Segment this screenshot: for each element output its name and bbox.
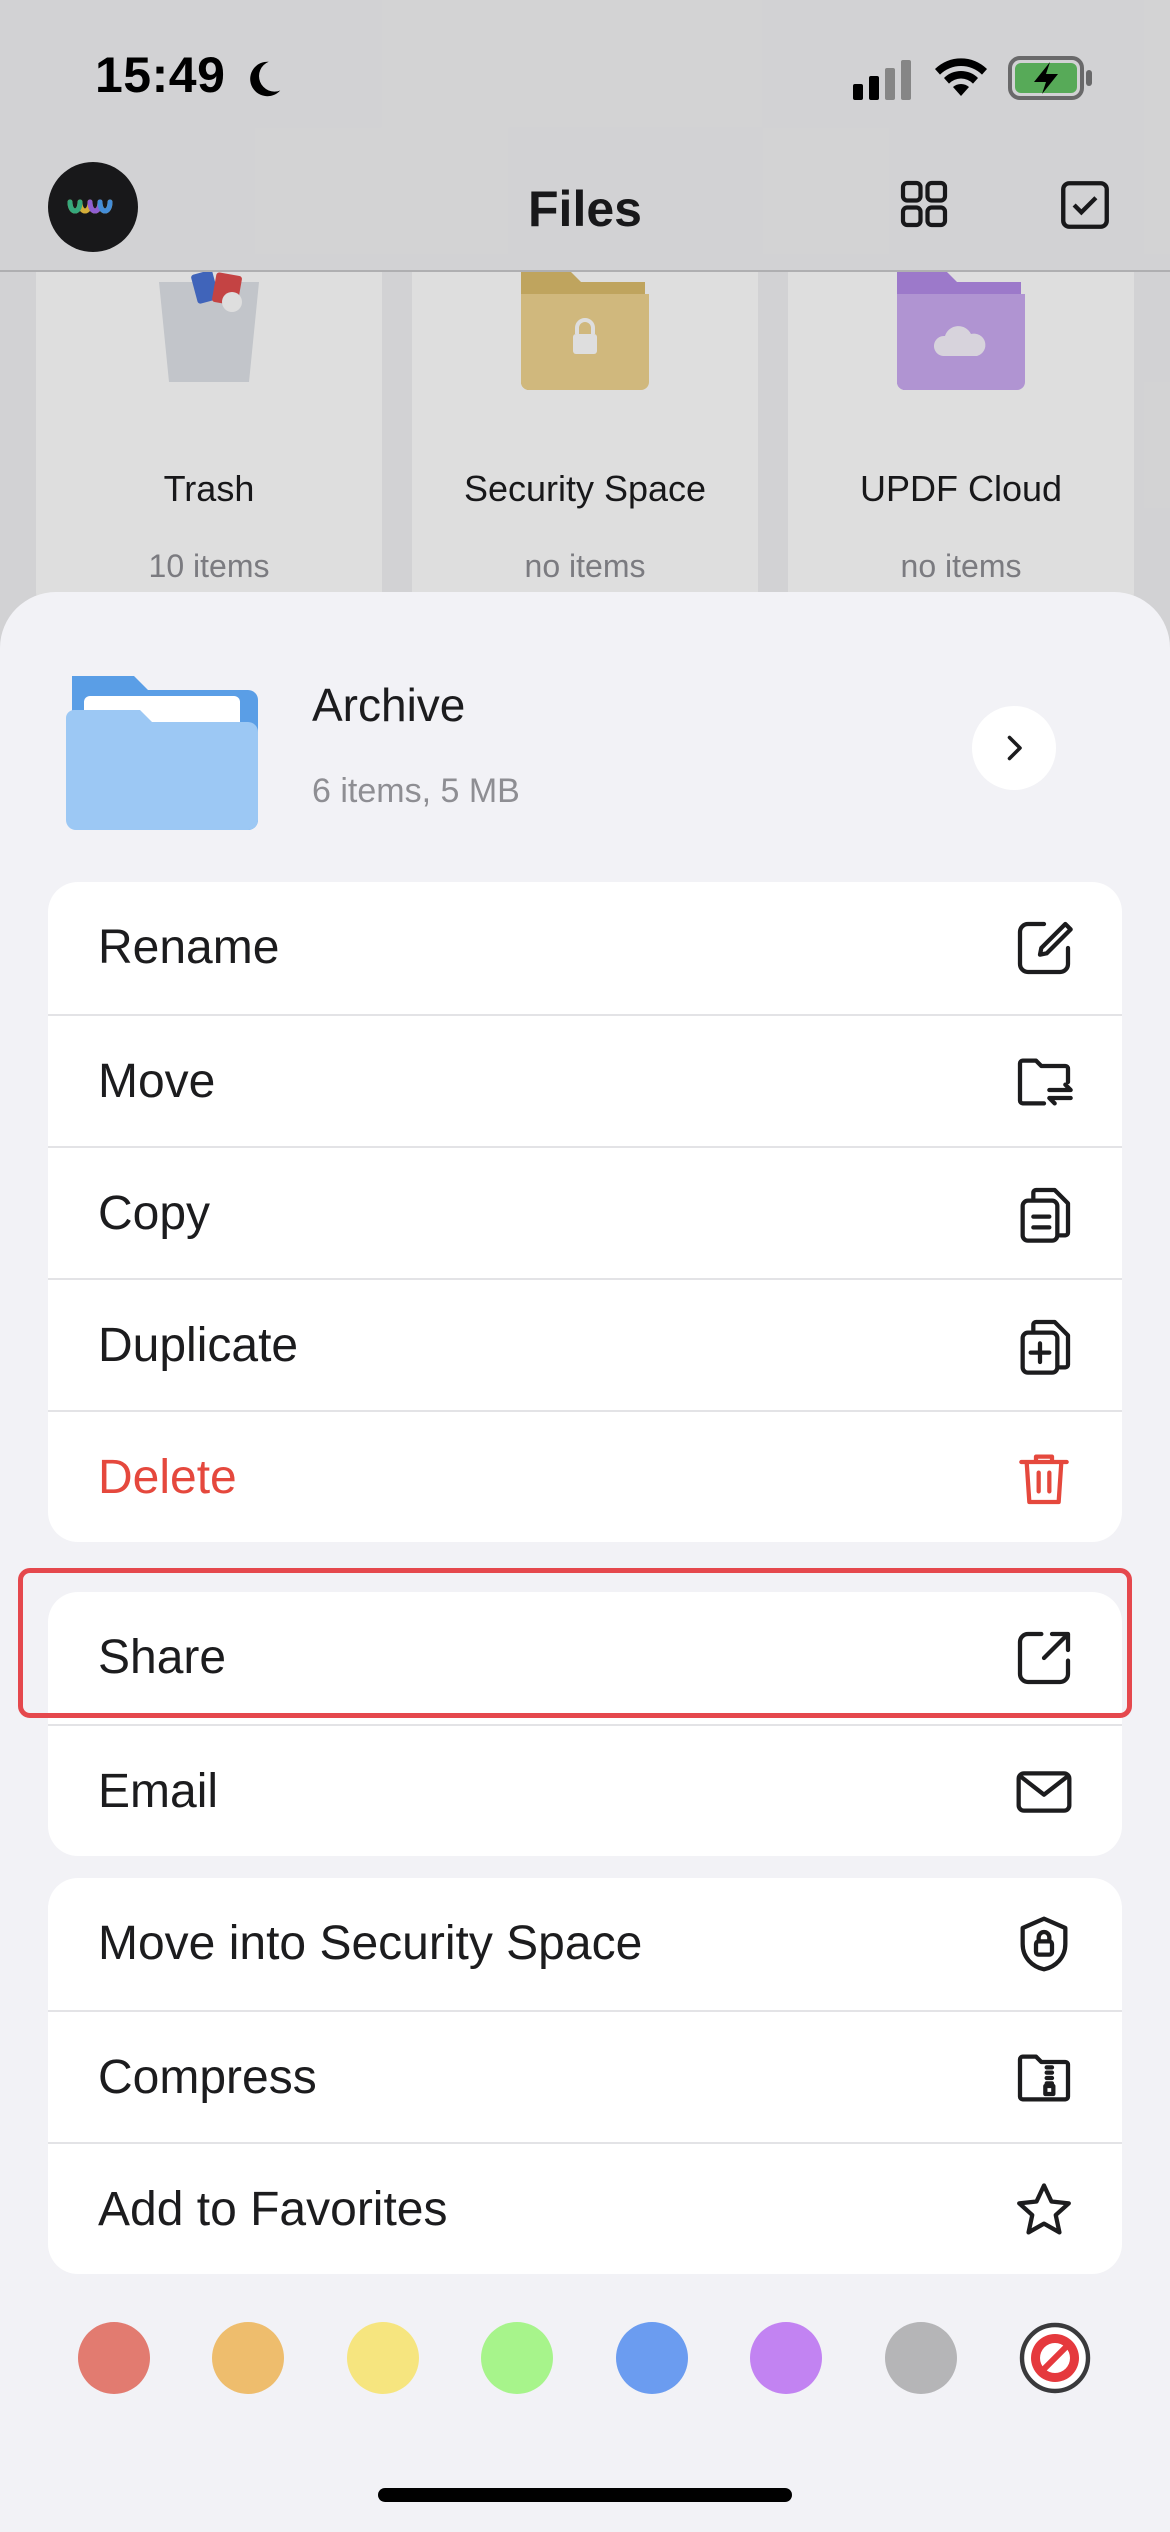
color-tag-blue[interactable] xyxy=(616,2322,688,2394)
menu-item-label: Email xyxy=(98,1765,219,1818)
menu-item-delete[interactable]: Delete xyxy=(48,1410,1122,1542)
action-group-edit: Rename Move Copy Duplicate Delete xyxy=(48,882,1122,1542)
envelope-icon xyxy=(1016,1771,1072,1813)
sheet-header: Archive 6 items, 5 MB xyxy=(0,592,1170,872)
item-name: Archive xyxy=(312,679,466,731)
menu-item-move[interactable]: Move xyxy=(48,1014,1122,1146)
rename-icon xyxy=(1017,921,1073,975)
menu-item-move-into-security-space[interactable]: Move into Security Space xyxy=(48,1878,1122,2010)
menu-item-email[interactable]: Email xyxy=(48,1724,1122,1856)
zip-folder-icon xyxy=(1017,2054,1071,2102)
menu-item-duplicate[interactable]: Duplicate xyxy=(48,1278,1122,1410)
color-tag-purple[interactable] xyxy=(750,2322,822,2394)
color-tag-red[interactable] xyxy=(78,2322,150,2394)
duplicate-icon xyxy=(1020,1319,1071,1375)
no-color-icon[interactable] xyxy=(1019,2322,1091,2394)
menu-item-label: Duplicate xyxy=(98,1319,299,1372)
menu-item-label: Delete xyxy=(98,1451,237,1504)
action-group-more: Move into Security Space Compress Add to… xyxy=(48,1878,1122,2274)
shield-lock-icon xyxy=(1020,1916,1068,1972)
copy-icon xyxy=(1020,1187,1071,1243)
trash-icon xyxy=(1019,1454,1069,1505)
star-icon xyxy=(1017,2183,1071,2235)
color-tag-picker xyxy=(0,2322,1170,2406)
item-meta: 6 items, 5 MB xyxy=(312,772,520,810)
action-sheet: Archive 6 items, 5 MB Rename Move Copy D… xyxy=(0,592,1170,2532)
blue-folder-icon xyxy=(66,676,258,830)
menu-item-rename[interactable]: Rename xyxy=(48,882,1122,1014)
menu-item-copy[interactable]: Copy xyxy=(48,1146,1122,1278)
menu-item-label: Copy xyxy=(98,1187,211,1240)
menu-item-add-to-favorites[interactable]: Add to Favorites xyxy=(48,2142,1122,2274)
home-indicator xyxy=(378,2488,792,2502)
menu-item-label: Compress xyxy=(98,2051,317,2104)
menu-item-compress[interactable]: Compress xyxy=(48,2010,1122,2142)
color-tag-gray[interactable] xyxy=(885,2322,957,2394)
menu-item-label: Move xyxy=(98,1055,216,1108)
menu-item-label: Move into Security Space xyxy=(98,1917,643,1970)
open-item-button[interactable] xyxy=(972,706,1056,790)
menu-item-label: Rename xyxy=(98,921,280,974)
color-tag-yellow[interactable] xyxy=(347,2322,419,2394)
color-tag-orange[interactable] xyxy=(212,2322,284,2394)
color-tag-green[interactable] xyxy=(481,2322,553,2394)
menu-item-label: Add to Favorites xyxy=(98,2183,448,2236)
move-folder-icon xyxy=(1017,1058,1073,1106)
share-highlight-frame xyxy=(18,1568,1132,1718)
chevron-right-icon xyxy=(1007,735,1022,761)
